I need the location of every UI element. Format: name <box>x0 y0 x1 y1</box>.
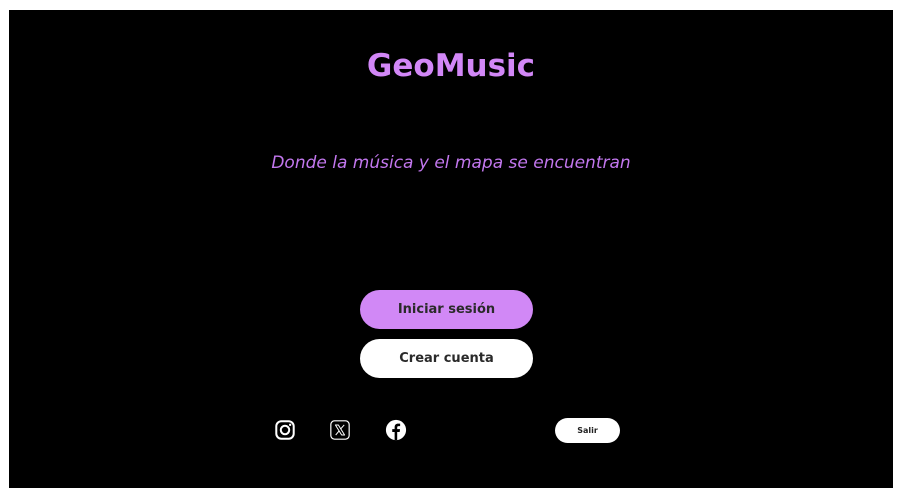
x-icon <box>330 420 350 440</box>
instagram-icon <box>275 420 295 440</box>
instagram-link[interactable] <box>274 419 296 441</box>
facebook-link[interactable] <box>385 419 407 441</box>
register-button[interactable]: Crear cuenta <box>360 339 533 378</box>
login-button[interactable]: Iniciar sesión <box>360 290 533 329</box>
tagline: Donde la música y el mapa se encuentran <box>271 153 631 173</box>
app-title: GeoMusic <box>366 48 536 84</box>
login-button-label: Iniciar sesión <box>397 302 496 317</box>
app-window: GeoMusic Donde la música y el mapa se en… <box>9 10 893 488</box>
register-button-label: Crear cuenta <box>399 351 494 366</box>
exit-button-label: Salir <box>577 426 598 435</box>
exit-button[interactable]: Salir <box>555 418 620 443</box>
facebook-icon <box>385 419 407 441</box>
x-link[interactable] <box>329 419 351 441</box>
